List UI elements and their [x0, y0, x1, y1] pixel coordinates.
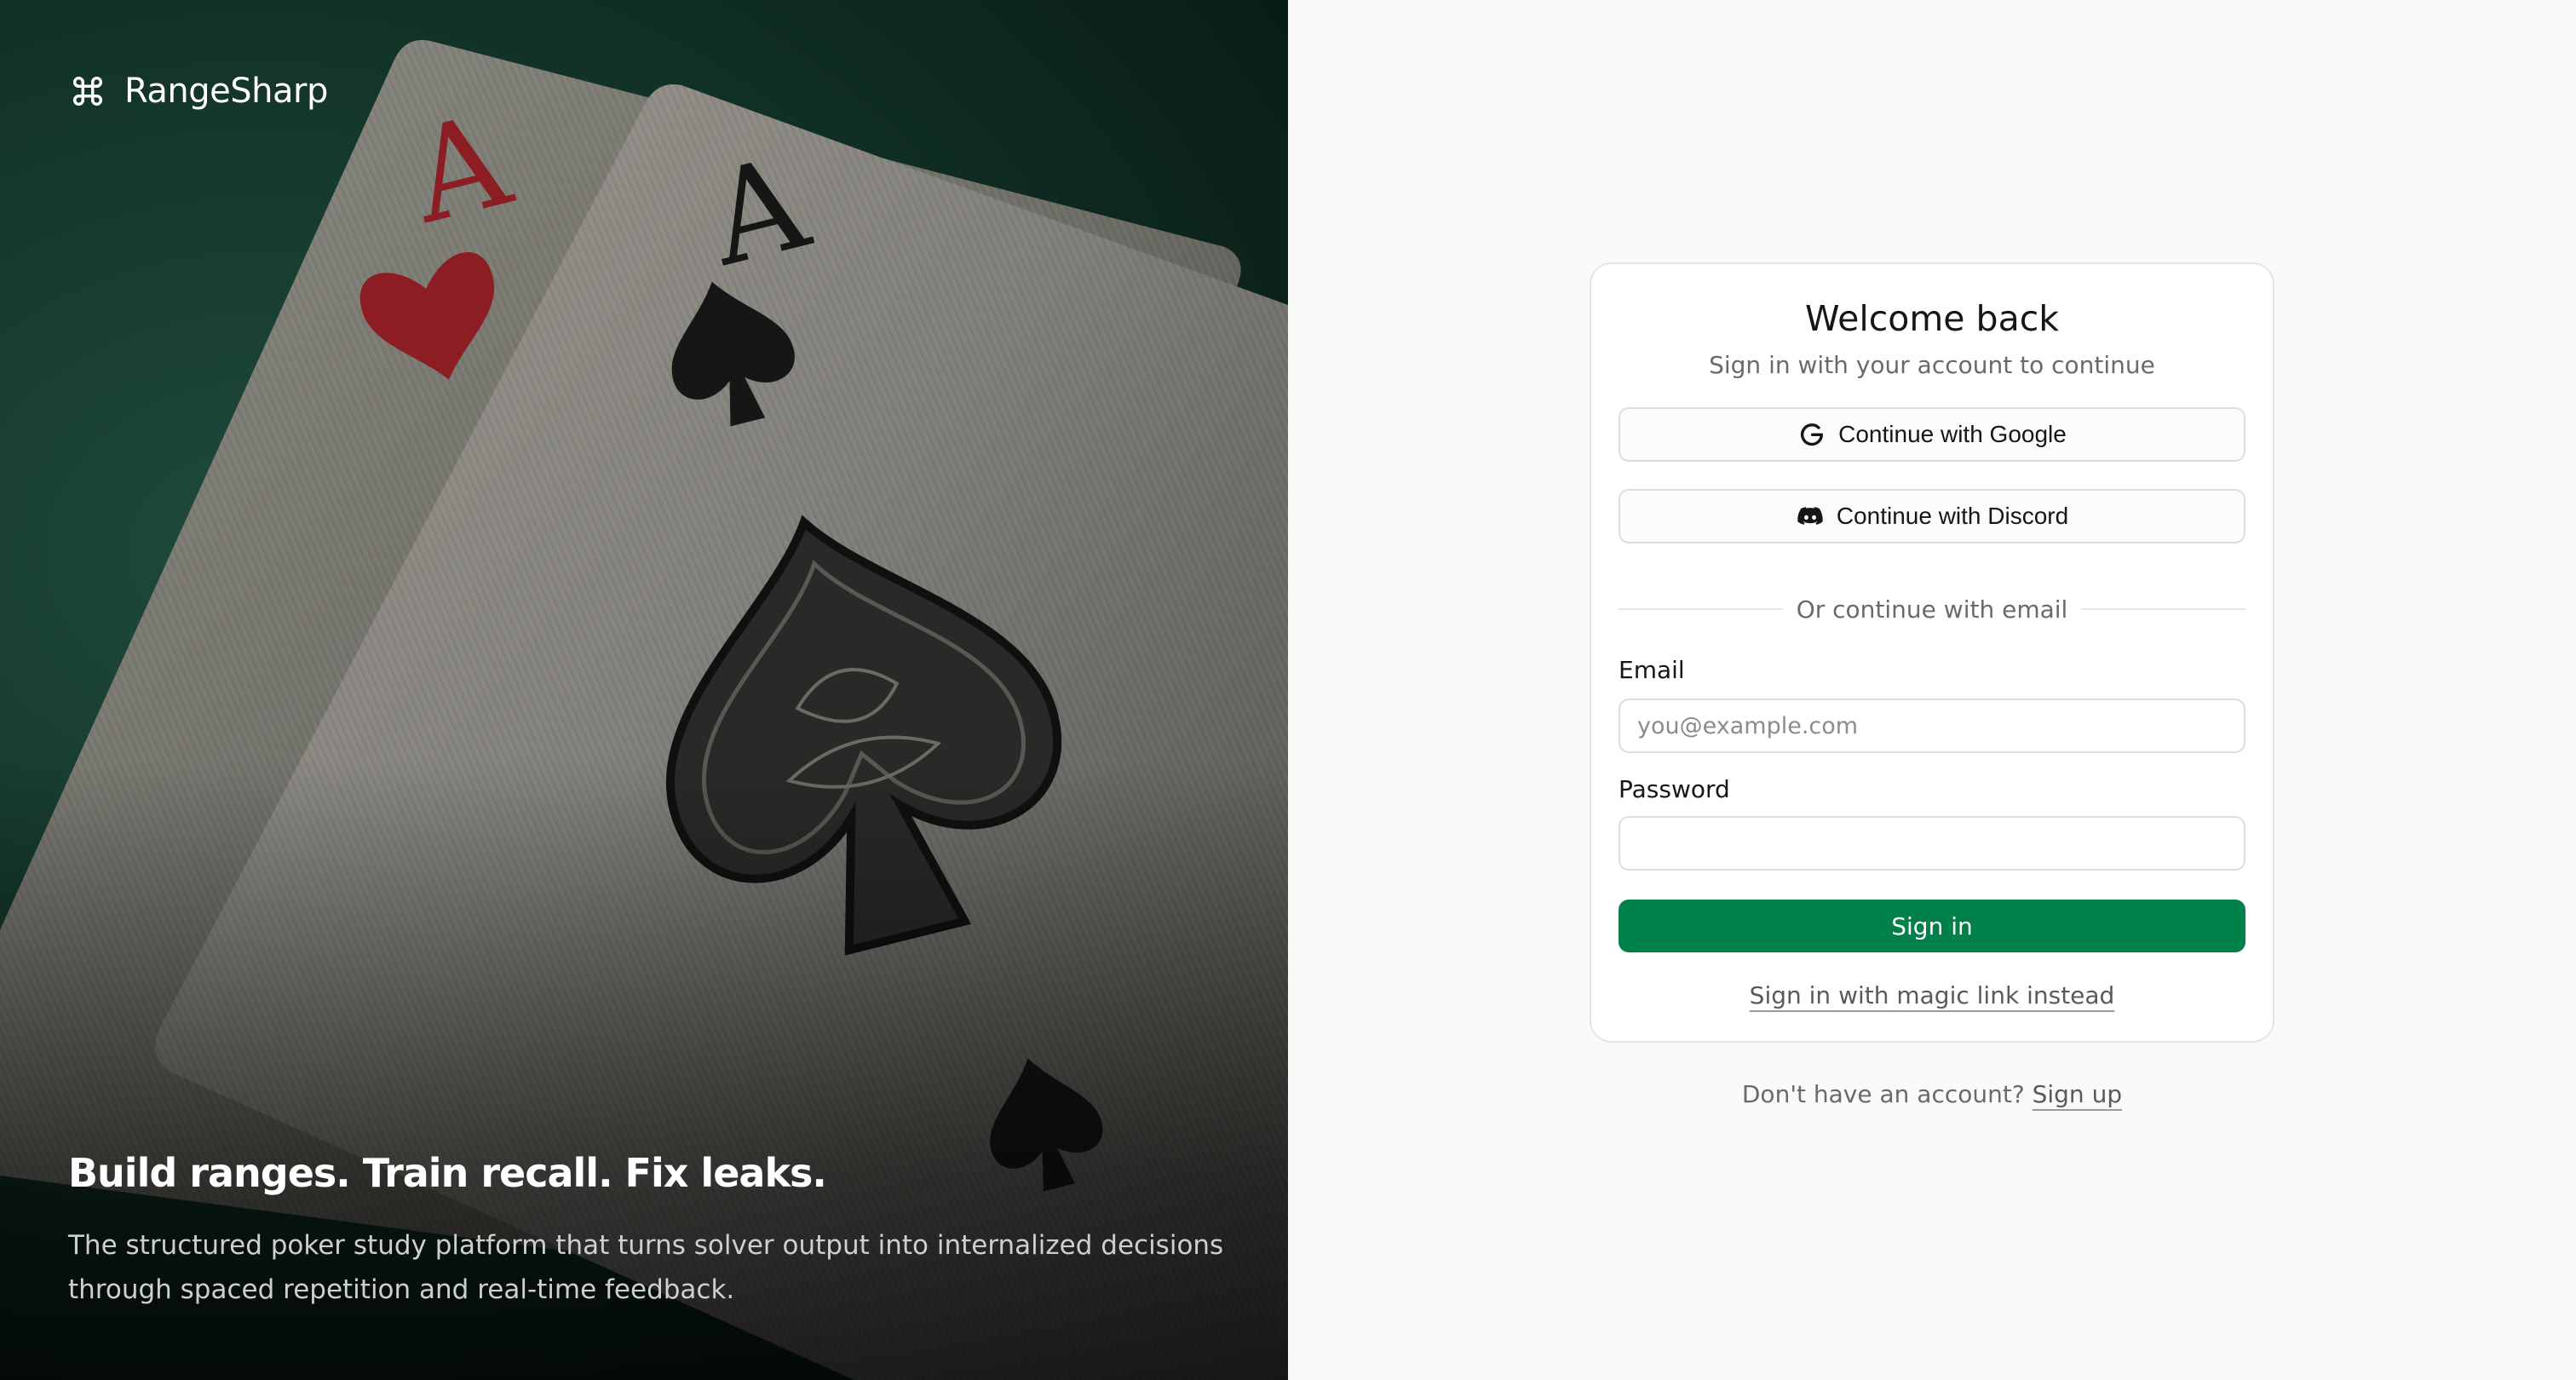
hero-description: The structured poker study platform that… [68, 1230, 1224, 1305]
divider-line-left [1619, 608, 1783, 610]
google-button-label: Continue with Google [1838, 421, 2067, 447]
signin-button[interactable]: Sign in [1619, 900, 2245, 952]
brand-logo[interactable]: RangeSharp [68, 72, 328, 111]
email-field[interactable] [1619, 699, 2245, 753]
divider-text: Or continue with email [1796, 595, 2068, 624]
password-label: Password [1619, 775, 1730, 803]
discord-signin-button[interactable]: Continue with Discord [1619, 489, 2245, 543]
google-icon [1801, 423, 1824, 446]
password-field[interactable] [1619, 816, 2245, 871]
email-divider: Or continue with email [1619, 586, 2245, 632]
card-subtitle: Sign in with your account to continue [1709, 351, 2155, 379]
magic-link[interactable]: Sign in with magic link instead [1750, 981, 2115, 1009]
signup-row: Don't have an account? Sign up [1590, 1080, 2274, 1108]
divider-line-right [2081, 608, 2245, 610]
google-signin-button[interactable]: Continue with Google [1619, 407, 2245, 462]
discord-icon [1797, 507, 1823, 526]
magic-link-row: Sign in with magic link instead [1591, 981, 2273, 1009]
signup-prompt: Don't have an account? [1741, 1080, 2033, 1108]
card-title: Welcome back [1804, 298, 2059, 339]
signin-card: Welcome back Sign in with your account t… [1590, 262, 2274, 1043]
hero-tagline: Build ranges. Train recall. Fix leaks. [68, 1150, 827, 1196]
discord-button-label: Continue with Discord [1836, 503, 2069, 529]
brand-name: RangeSharp [124, 72, 328, 111]
hero-panel: A A RangeSharp [0, 0, 1288, 1380]
signup-link[interactable]: Sign up [2033, 1080, 2123, 1108]
email-label: Email [1619, 656, 1685, 684]
command-icon [72, 76, 103, 106]
